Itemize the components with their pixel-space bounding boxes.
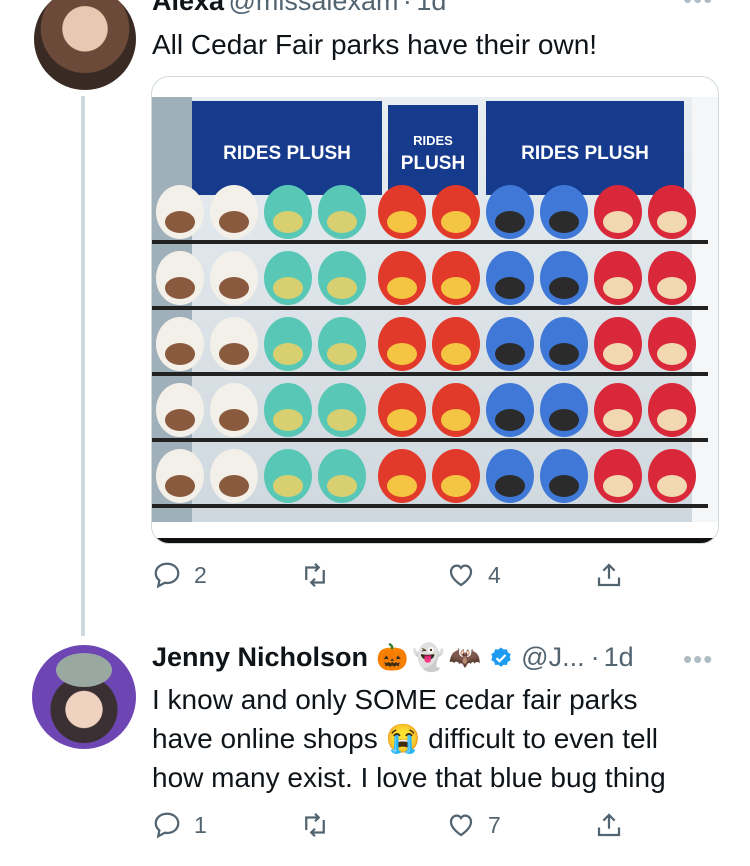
bat-emoji: 🦇	[448, 642, 482, 672]
retweet-button[interactable]	[300, 810, 342, 840]
like-button[interactable]: 4	[446, 560, 501, 590]
tweet2-line-1: I know and only SOME cedar fair parks	[152, 684, 638, 715]
timestamp[interactable]: 1d	[416, 0, 446, 16]
reply-button[interactable]: 2	[152, 560, 207, 590]
retweet-icon	[305, 812, 325, 838]
tweet2-line-3: how many exist. I love that blue bug thi…	[152, 762, 666, 793]
reply-icon	[154, 812, 180, 839]
sign-label: RIDES PLUSH	[223, 143, 351, 164]
reply-icon	[154, 562, 180, 589]
reply-count: 2	[194, 561, 207, 588]
share-icon	[597, 813, 621, 837]
author-handle[interactable]: @J...	[521, 642, 584, 673]
like-count: 4	[488, 561, 501, 588]
avatar-alexa[interactable]	[34, 0, 136, 90]
reply-count: 1	[194, 811, 207, 838]
crying-emoji: 😭	[385, 723, 421, 754]
sign-label: PLUSH	[401, 153, 465, 174]
retweet-button[interactable]	[300, 560, 342, 590]
more-icon[interactable]: •••	[683, 644, 713, 675]
sign-label: RIDES PLUSH	[521, 143, 649, 164]
like-button[interactable]: 7	[446, 810, 501, 840]
reply-button[interactable]: 1	[152, 810, 207, 840]
share-button[interactable]	[594, 560, 636, 590]
author-name[interactable]: Jenny Nicholson	[152, 642, 368, 673]
sign-label: RIDES	[413, 133, 453, 148]
author-name[interactable]: Alexa	[152, 0, 224, 16]
retweet-icon	[305, 562, 325, 588]
ghost-emoji: 👻	[412, 642, 445, 672]
author-handle[interactable]: @missalexam	[229, 0, 399, 16]
tweet2-header: Jenny Nicholson 🎃 👻 🦇 @J... · 1d	[152, 642, 634, 673]
like-icon	[449, 814, 473, 837]
tweet2-text: I know and only SOME cedar fair parks ha…	[152, 680, 732, 797]
share-button[interactable]	[594, 810, 636, 840]
like-icon	[449, 564, 473, 587]
share-icon	[597, 563, 621, 587]
verified-badge-icon	[491, 647, 511, 667]
pumpkin-emoji: 🎃	[376, 642, 409, 672]
avatar-jenny[interactable]	[32, 645, 136, 749]
thread-line	[81, 96, 85, 636]
like-count: 7	[488, 811, 501, 838]
tweet2-line-2: have online shops 😭 difficult to even te…	[152, 723, 659, 754]
tweet-image[interactable]: RIDES PLUSH RIDES PLUSH RIDES PLUSH	[151, 76, 719, 544]
more-icon[interactable]: •••	[683, 0, 713, 15]
tweet1-header: Alexa @missalexam · 1d	[152, 0, 446, 17]
tweet1-text: All Cedar Fair parks have their own!	[152, 29, 598, 60]
plush-wall-photo: RIDES PLUSH RIDES PLUSH RIDES PLUSH	[152, 97, 718, 543]
timestamp[interactable]: 1d	[604, 642, 634, 673]
